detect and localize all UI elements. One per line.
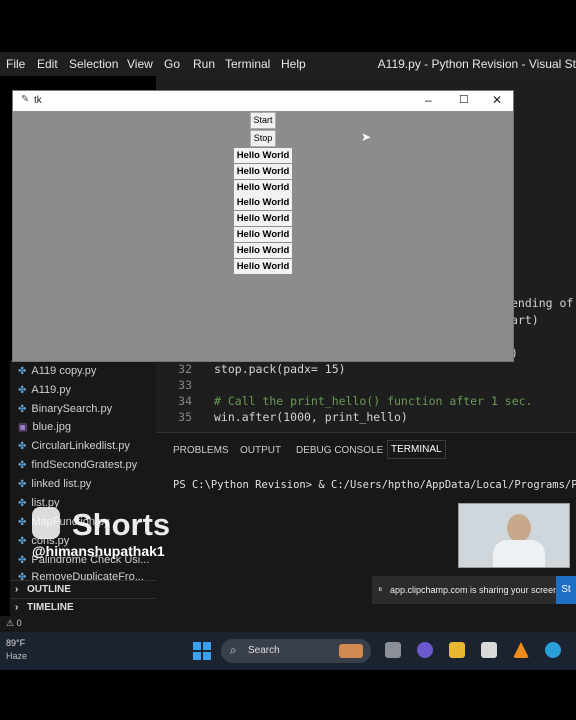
python-file-icon: ✤ xyxy=(18,366,27,377)
tab-problems[interactable]: PROBLEMS xyxy=(173,445,229,456)
python-file-icon: ✤ xyxy=(18,536,27,547)
hello-label: Hello World xyxy=(234,148,292,163)
pause-icon: ⏸ xyxy=(378,584,383,594)
chevron-right-icon: › xyxy=(15,602,19,613)
line-number: 32 xyxy=(178,362,192,376)
feather-icon: ✎ xyxy=(21,94,30,105)
warnings-count[interactable]: ⚠ 0 xyxy=(6,618,22,629)
file-item[interactable]: ✤ linked list.py xyxy=(18,478,91,490)
python-file-icon: ✤ xyxy=(18,479,27,490)
hello-label: Hello World xyxy=(234,227,292,242)
menubar: File Edit Selection View Go Run Terminal… xyxy=(0,52,576,76)
task-view-icon[interactable] xyxy=(385,642,401,658)
stop-sharing-button[interactable]: St xyxy=(556,576,576,604)
code-line: stop.pack(padx= 15) xyxy=(214,362,346,376)
shorts-label: Shorts xyxy=(72,507,171,542)
tk-titlebar[interactable]: ✎ tk – ☐ ✕ xyxy=(13,91,513,111)
weather-condition: Haze xyxy=(6,651,28,661)
search-icon: ⌕ xyxy=(230,643,237,657)
python-file-icon: ✤ xyxy=(18,385,27,396)
outline-section[interactable]: › OUTLINE xyxy=(10,580,156,599)
code-line: win.after(1000, print_hello) xyxy=(214,410,408,424)
menu-view[interactable]: View xyxy=(127,57,153,71)
tab-debug-console[interactable]: DEBUG CONSOLE xyxy=(296,445,383,456)
file-item[interactable]: ✤ CircularLinkedlist.py xyxy=(18,440,130,452)
close-icon[interactable]: ✕ xyxy=(492,93,502,107)
search-highlight-icon xyxy=(339,644,363,658)
minimize-icon[interactable]: – xyxy=(425,93,432,107)
maximize-icon[interactable]: ☐ xyxy=(459,93,469,106)
tab-terminal[interactable]: TERMINAL xyxy=(387,440,446,459)
menu-file[interactable]: File xyxy=(6,57,25,71)
code-fragment: ending of xyxy=(511,296,574,310)
status-bar: ⚠ 0 xyxy=(0,616,576,632)
python-file-icon: ✤ xyxy=(18,555,27,566)
line-number: 35 xyxy=(178,410,192,424)
terminal-line: PS C:\Python Revision> & C:/Users/hptho/… xyxy=(173,479,576,491)
stop-button[interactable]: Stop xyxy=(250,130,276,147)
hello-label: Hello World xyxy=(234,211,292,226)
menu-terminal[interactable]: Terminal xyxy=(225,57,270,71)
python-file-icon: ✤ xyxy=(18,498,27,509)
menu-run[interactable]: Run xyxy=(193,57,215,71)
store-icon[interactable] xyxy=(481,642,497,658)
timeline-section[interactable]: › TIMELINE xyxy=(10,598,156,617)
screen-share-bar: ⏸ app.clipchamp.com is sharing your scre… xyxy=(372,576,576,604)
python-file-icon: ✤ xyxy=(18,404,27,415)
menu-selection[interactable]: Selection xyxy=(69,57,118,71)
file-item[interactable]: ✤ A119 copy.py xyxy=(18,365,96,377)
weather-temp[interactable]: 89°F xyxy=(6,638,25,648)
hello-label: Hello World xyxy=(234,243,292,258)
hello-label: Hello World xyxy=(234,164,292,179)
tab-output[interactable]: OUTPUT xyxy=(240,445,281,456)
start-button[interactable]: Start xyxy=(250,112,276,129)
vlc-icon[interactable] xyxy=(513,642,529,658)
hello-label: Hello World xyxy=(234,195,292,210)
chevron-right-icon: › xyxy=(15,584,19,595)
menu-help[interactable]: Help xyxy=(281,57,306,71)
menu-edit[interactable]: Edit xyxy=(37,57,58,71)
file-item[interactable]: ▣ blue.jpg xyxy=(18,421,71,433)
hello-label: Hello World xyxy=(234,180,292,195)
chat-icon[interactable] xyxy=(417,642,433,658)
mouse-cursor-icon: ➤ xyxy=(361,130,372,144)
python-file-icon: ✤ xyxy=(18,517,27,528)
python-file-icon: ✤ xyxy=(18,572,27,580)
face-shape xyxy=(507,514,531,542)
body-shape xyxy=(493,540,545,567)
code-line: # Call the print_hello() function after … xyxy=(214,394,533,408)
tk-window: ✎ tk – ☐ ✕ Start Stop Hello World Hello … xyxy=(12,90,514,362)
explorer-panel: ✤ A119 copy.py ✤ A119.py ✤ BinarySearch.py … xyxy=(10,360,156,616)
menu-go[interactable]: Go xyxy=(164,57,180,71)
taskbar-search[interactable]: ⌕ Search xyxy=(221,639,371,663)
image-file-icon: ▣ xyxy=(18,422,28,433)
code-fragment: art) xyxy=(511,313,539,327)
window-title: A119.py - Python Revision - Visual St xyxy=(377,57,576,71)
line-number: 34 xyxy=(178,394,192,408)
file-item[interactable]: ✤ A119.py xyxy=(18,384,71,396)
share-text: app.clipchamp.com is sharing your screen… xyxy=(390,585,561,595)
taskbar: 89°F Haze ⌕ Search xyxy=(0,632,576,670)
file-item[interactable]: ✤ RemoveDuplicateFro... xyxy=(18,571,144,580)
webcam-overlay xyxy=(458,503,570,568)
file-item[interactable]: ✤ BinarySearch.py xyxy=(18,403,112,415)
channel-handle: @himanshupathak1 xyxy=(32,543,165,559)
line-number: 33 xyxy=(178,378,192,392)
python-file-icon: ✤ xyxy=(18,441,27,452)
edge-icon[interactable] xyxy=(545,642,561,658)
hello-label: Hello World xyxy=(234,259,292,274)
shorts-logo-icon xyxy=(32,507,60,539)
tk-title: tk xyxy=(34,95,42,106)
file-explorer-icon[interactable] xyxy=(449,642,465,658)
file-item[interactable]: ✤ findSecondGratest.py xyxy=(18,459,137,471)
windows-start-icon[interactable] xyxy=(193,642,211,660)
python-file-icon: ✤ xyxy=(18,460,27,471)
